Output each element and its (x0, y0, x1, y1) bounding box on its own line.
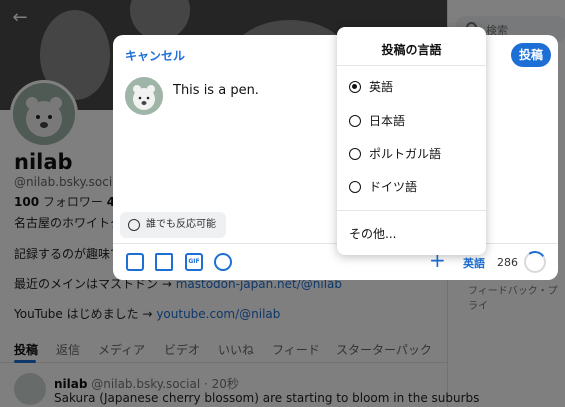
radio-icon[interactable] (349, 148, 361, 160)
composer-text-input[interactable]: This is a pen. (173, 83, 259, 98)
bear-avatar-icon (125, 77, 163, 115)
composer-avatar (125, 77, 163, 115)
root: { "profile": { "name": "nilab", "handle"… (0, 0, 565, 407)
radio-selected-icon[interactable] (349, 81, 361, 93)
language-option[interactable]: ドイツ語 (349, 176, 479, 198)
language-button[interactable]: 英語 (463, 255, 485, 271)
reply-setting-label: 誰でも反応可能 (146, 219, 216, 230)
radio-icon[interactable] (349, 181, 361, 193)
language-menu-title: 投稿の言語 (381, 43, 442, 57)
video-icon[interactable] (155, 253, 173, 271)
post-button[interactable]: 投稿 (511, 43, 551, 67)
image-icon[interactable] (126, 253, 144, 271)
gif-icon[interactable]: GIF (185, 253, 203, 271)
cancel-button[interactable]: キャンセル (125, 47, 185, 64)
char-count-ring-fill (522, 249, 548, 275)
menu-divider (337, 65, 486, 66)
language-option-label: ドイツ語 (369, 180, 418, 194)
globe-icon (128, 219, 140, 231)
char-count: 286 (497, 256, 518, 269)
composer-dialog: キャンセル 投稿 This is a pen. 誰でも反応可能 GIF + 英語… (113, 35, 558, 280)
language-option[interactable]: 英語 (349, 76, 479, 98)
language-option[interactable]: ポルトガル語 (349, 143, 479, 165)
language-option-label: 英語 (369, 80, 394, 94)
other-languages-item[interactable]: その他... (349, 225, 396, 242)
language-option-label: ポルトガル語 (369, 147, 442, 161)
radio-icon[interactable] (349, 115, 361, 127)
language-option[interactable]: 日本語 (349, 110, 479, 132)
language-option-label: 日本語 (369, 114, 406, 128)
language-menu: 投稿の言語 英語 日本語 ポルトガル語 ドイツ語 その他... (337, 27, 486, 255)
menu-divider (337, 210, 486, 211)
emoji-icon[interactable] (214, 253, 232, 271)
composer-divider (113, 243, 558, 244)
reply-settings-button[interactable]: 誰でも反応可能 (120, 212, 226, 238)
